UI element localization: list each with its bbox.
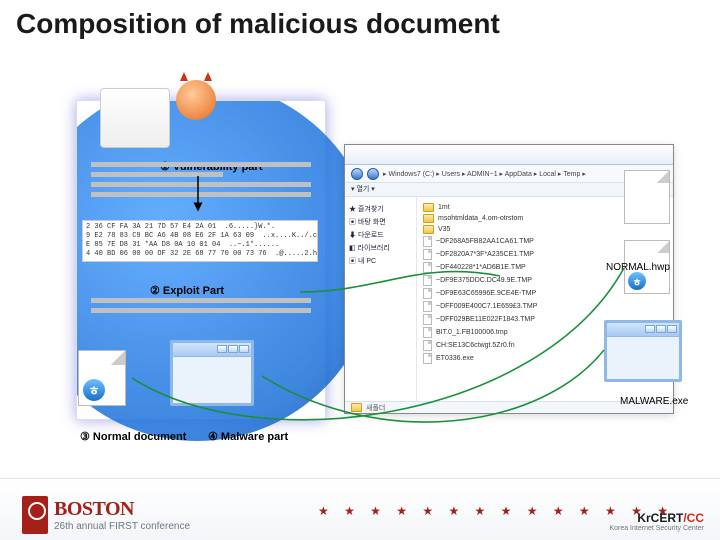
callout-normal-hwp: NORMAL.hwp xyxy=(606,262,670,273)
sidebar-item: ▣ 내 PC xyxy=(349,256,412,266)
window-icon xyxy=(170,340,254,406)
sidebar-item: ⬇ 다운로드 xyxy=(349,230,412,240)
file-icon xyxy=(423,301,432,312)
file-name: BIT.0_1.FB100006.tmp xyxy=(436,329,508,336)
hwp-file-icon: ㅎ xyxy=(78,350,126,406)
logo-block: BOSTON 26th annual FIRST conference xyxy=(22,496,190,534)
hwp-badge-icon: ㅎ xyxy=(83,379,105,401)
doc-line xyxy=(91,172,223,177)
label-malware-part: ④ Malware part xyxy=(208,430,288,443)
sidebar-item: ◧ 라이브러리 xyxy=(349,243,412,253)
file-icon xyxy=(423,288,432,299)
folder-icon xyxy=(423,225,434,234)
page-title: Composition of malicious document xyxy=(16,8,500,40)
file-icon xyxy=(423,353,432,364)
folder-name: msohtmldata_4.om-otrstom xyxy=(438,215,523,222)
file-name: ~DFF029BE11E022F1843.TMP xyxy=(436,316,535,323)
file-row: ~DFF009E400C7.1E659£3.TMP xyxy=(423,301,667,312)
nav-back-icon xyxy=(351,168,363,180)
folder-name: 1mt xyxy=(438,204,450,211)
nav-fwd-icon xyxy=(367,168,379,180)
boston-brand: BOSTON xyxy=(54,498,190,521)
conference-text: 26th annual FIRST conference xyxy=(54,521,190,532)
doc-line xyxy=(91,298,311,303)
label-normal-document: ③ Normal document xyxy=(80,430,186,443)
doc-line xyxy=(91,308,311,313)
file-icon xyxy=(423,275,432,286)
file-name: ~DFF009E400C7.1E659£3.TMP xyxy=(436,303,537,310)
folder-icon xyxy=(351,403,362,412)
file-icon xyxy=(423,314,432,325)
explorer-titlebar xyxy=(345,145,673,165)
doc-line xyxy=(91,192,311,197)
diagram-canvas: 2 36 CF FA 3A 21 7D 57 E4 2A 01 .6.....}… xyxy=(0,60,720,480)
folder-icon xyxy=(423,214,434,223)
callout-malware-exe: MALWARE.exe xyxy=(620,396,688,407)
folder-icon xyxy=(423,203,434,212)
krcert-sub: Korea Internet Security Center xyxy=(609,525,704,532)
folder-row: V35 xyxy=(423,225,667,234)
hwp-badge-icon: ㅎ xyxy=(628,272,646,290)
file-name: ~DF2820A7*3F*A235CE1.TMP xyxy=(436,251,534,258)
window-icon xyxy=(604,320,682,382)
first-logo-icon xyxy=(22,496,48,534)
sidebar-item: ★ 즐겨찾기 xyxy=(349,204,412,214)
file-name: ET0336.exe xyxy=(436,355,474,362)
file-name: ~DF268A5FB82AA1CA61.TMP xyxy=(436,238,534,245)
file-icon xyxy=(423,327,432,338)
folder-name: V35 xyxy=(438,226,450,233)
sidebar-item: ▣ 바탕 화면 xyxy=(349,217,412,227)
file-name: ~DF9E375DDC.DC49.9E.TMP xyxy=(436,277,532,284)
krcert-logo: KrCERT/CC Korea Internet Security Center xyxy=(609,511,704,532)
file-name: CH:SE13C6ctwgt.5Zr0.fn xyxy=(436,342,515,349)
file-name: ~DF9E63C65996E.9CE4E-TMP xyxy=(436,290,536,297)
footer-banner: BOSTON 26th annual FIRST conference ★ ★ … xyxy=(0,478,720,540)
file-name: ~DF440228*1*AD6B1E.TMP xyxy=(436,264,526,271)
file-icon xyxy=(423,340,432,351)
file-icon xyxy=(423,249,432,260)
address-text: ▸ Windows7 (C:) ▸ Users ▸ ADMIN~1 ▸ AppD… xyxy=(383,170,586,178)
doc-line xyxy=(91,162,311,167)
krcert-main: KrCERT xyxy=(637,511,683,525)
file-icon xyxy=(423,262,432,273)
footer-text: 새폴더 xyxy=(366,403,385,413)
doc-icon xyxy=(624,170,670,224)
doc-line xyxy=(91,182,311,187)
explorer-sidebar: ★ 즐겨찾기 ▣ 바탕 화면 ⬇ 다운로드 ◧ 라이브러리 ▣ 내 PC xyxy=(345,197,417,401)
krcert-cc: /CC xyxy=(683,511,704,525)
file-icon xyxy=(423,236,432,247)
